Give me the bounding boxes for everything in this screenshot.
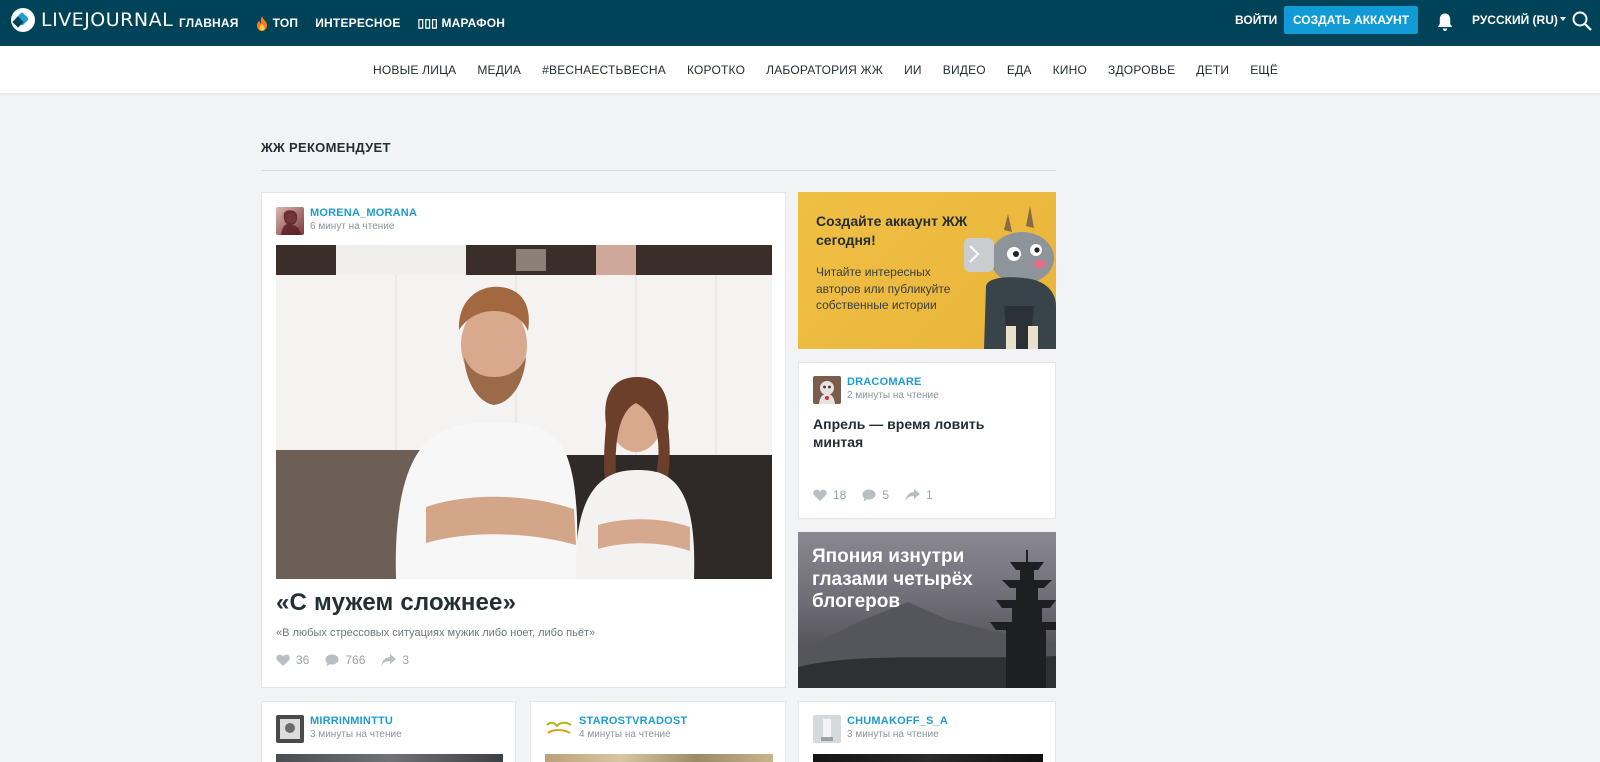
post-image[interactable] xyxy=(276,754,503,762)
featured-post-image[interactable] xyxy=(276,245,772,579)
read-time: 3 минуты на чтение xyxy=(847,729,939,740)
search-icon[interactable] xyxy=(1572,11,1592,31)
category-short[interactable]: КОРОТКО xyxy=(687,63,745,77)
avatar[interactable] xyxy=(276,207,304,235)
promo-text: Читайте интересных авторов или публикуйт… xyxy=(816,265,951,312)
category-food[interactable]: ЕДА xyxy=(1007,63,1032,77)
category-more[interactable]: ЕЩЁ xyxy=(1250,63,1278,77)
comments[interactable]: 766 xyxy=(325,653,365,667)
promo-title: Создайте аккаунт ЖЖ сегодня! xyxy=(816,213,968,248)
section-title: ЖЖ РЕКОМЕНДУЕТ xyxy=(261,140,391,155)
japan-feature-title: Япония изнутри глазами четырёх блогеров xyxy=(812,546,973,612)
side-post-card[interactable]: DRACOMARE 2 минуты на чтение Апрель — вр… xyxy=(798,362,1056,519)
read-time: 3 минуты на чтение xyxy=(310,729,402,740)
share-icon xyxy=(381,654,397,666)
nav-marathon[interactable]: ▯▯▯ МАРАФОН xyxy=(418,16,506,30)
featured-post-stats: 36 766 3 xyxy=(276,653,425,667)
comments[interactable]: 5 xyxy=(862,488,889,502)
livejournal-logo-icon xyxy=(11,8,35,32)
post-card[interactable]: MIRRINMINTTU 3 минуты на чтение xyxy=(261,701,516,762)
share-icon xyxy=(905,489,921,501)
category-cinema[interactable]: КИНО xyxy=(1053,63,1087,77)
category-spring[interactable]: #ВЕСНАЕСТЬВЕСНА xyxy=(542,63,666,77)
post-author[interactable]: MIRRINMINTTU xyxy=(310,715,393,727)
nav-top-label: ТОП xyxy=(272,16,299,30)
chevron-down-icon[interactable] xyxy=(1560,17,1566,21)
read-time: 4 минуты на чтение xyxy=(579,729,671,740)
likes[interactable]: 18 xyxy=(813,488,846,502)
post-image[interactable] xyxy=(813,754,1043,762)
top-bar: LIVEJOURNAL ГЛАВНАЯ ТОП ИНТЕРЕСНОЕ ▯▯▯ М… xyxy=(0,0,1600,46)
post-image[interactable] xyxy=(545,754,773,762)
avatar[interactable] xyxy=(813,715,841,743)
reposts[interactable]: 1 xyxy=(905,488,933,502)
heart-icon xyxy=(813,489,827,501)
japan-feature-card[interactable]: Япония изнутри глазами четырёх блогеров xyxy=(798,532,1056,688)
reposts[interactable]: 3 xyxy=(381,653,409,667)
category-new-faces[interactable]: НОВЫЕ ЛИЦА xyxy=(373,63,456,77)
read-time: 6 минут на чтение xyxy=(310,221,395,232)
post-author[interactable]: DRACOMARE xyxy=(847,376,922,388)
post-author[interactable]: MORENA_MORANA xyxy=(310,207,417,219)
side-post-stats: 18 5 1 xyxy=(813,488,949,502)
nav-interesting[interactable]: ИНТЕРЕСНОЕ xyxy=(315,16,400,30)
avatar[interactable] xyxy=(276,715,304,743)
section-divider xyxy=(261,170,1056,171)
language-selector[interactable]: РУССКИЙ (RU) xyxy=(1472,13,1558,27)
category-ai[interactable]: ИИ xyxy=(904,63,922,77)
category-kids[interactable]: ДЕТИ xyxy=(1196,63,1229,77)
category-media[interactable]: МЕДИА xyxy=(477,63,521,77)
livejournal-logo[interactable]: LIVEJOURNAL xyxy=(11,8,173,32)
create-account-button[interactable]: СОЗДАТЬ АККАУНТ xyxy=(1284,6,1418,34)
likes[interactable]: 36 xyxy=(276,653,309,667)
featured-post-card[interactable]: MORENA_MORANA 6 минут на чтение «С мужем… xyxy=(261,192,786,688)
mascot-illustration xyxy=(964,206,1056,349)
post-card[interactable]: CHUMAKOFF_S_A 3 минуты на чтение xyxy=(798,701,1056,762)
featured-post-title[interactable]: «С мужем сложнее» xyxy=(276,589,516,617)
create-account-promo[interactable]: Создайте аккаунт ЖЖ сегодня! Читайте инт… xyxy=(798,192,1056,349)
logo-text: LIVEJOURNAL xyxy=(41,9,174,31)
category-video[interactable]: ВИДЕО xyxy=(943,63,986,77)
category-health[interactable]: ЗДОРОВЬЕ xyxy=(1108,63,1175,77)
featured-post-subtitle: «В любых стрессовых ситуациях мужик либо… xyxy=(276,627,596,639)
post-author[interactable]: CHUMAKOFF_S_A xyxy=(847,715,948,727)
avatar[interactable] xyxy=(545,715,573,743)
avatar[interactable] xyxy=(813,376,841,404)
fire-icon xyxy=(256,15,267,31)
main-nav: ГЛАВНАЯ ТОП ИНТЕРЕСНОЕ ▯▯▯ МАРАФОН xyxy=(179,0,522,46)
nav-top[interactable]: ТОП xyxy=(256,15,299,31)
comment-icon xyxy=(862,489,876,501)
nav-home[interactable]: ГЛАВНАЯ xyxy=(179,16,239,30)
category-nav: НОВЫЕ ЛИЦА МЕДИА #ВЕСНАЕСТЬВЕСНА КОРОТКО… xyxy=(0,46,1600,93)
login-link[interactable]: ВОЙТИ xyxy=(1235,13,1277,27)
comment-icon xyxy=(325,654,339,666)
heart-icon xyxy=(276,654,290,666)
bell-icon[interactable] xyxy=(1436,12,1454,32)
post-card[interactable]: STAROSTVRADOST 4 минуты на чтение xyxy=(530,701,786,762)
side-post-title[interactable]: Апрель — время ловить минтая xyxy=(813,415,1033,451)
read-time: 2 минуты на чтение xyxy=(847,390,939,401)
category-lab[interactable]: ЛАБОРАТОРИЯ ЖЖ xyxy=(766,63,883,77)
post-author[interactable]: STAROSTVRADOST xyxy=(579,715,687,727)
